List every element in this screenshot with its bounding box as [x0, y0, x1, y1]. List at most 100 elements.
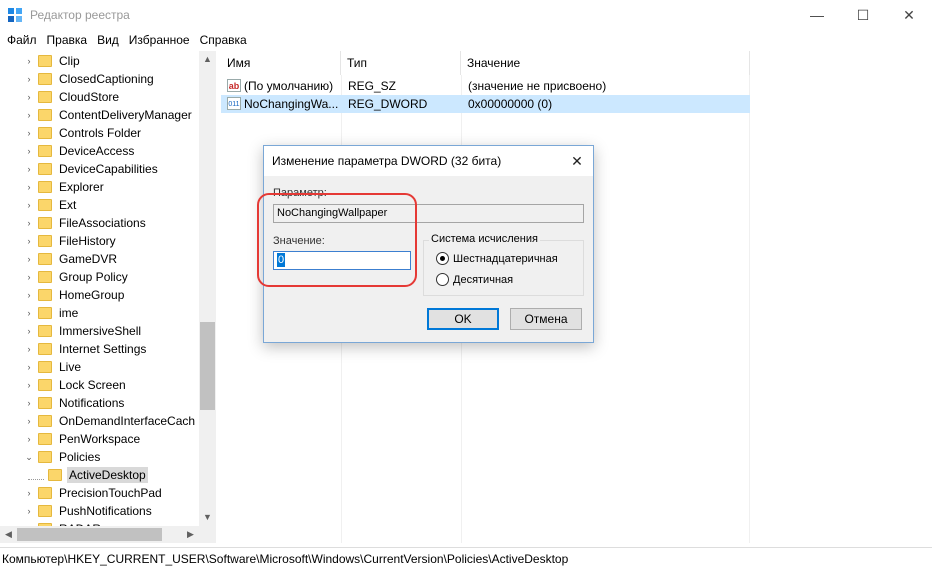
chevron-right-icon[interactable]: › — [24, 272, 34, 282]
tree-item[interactable]: › Group Policy — [0, 268, 200, 286]
maximize-button[interactable]: ☐ — [840, 0, 886, 30]
tree-item[interactable]: › CloudStore — [0, 88, 200, 106]
registry-tree[interactable]: › Clip › ClosedCaptioning › CloudStore › Conten… — [0, 51, 216, 526]
tree-item[interactable]: › Clip — [0, 52, 200, 70]
chevron-right-icon[interactable]: › — [24, 398, 34, 408]
chevron-right-icon[interactable]: › — [24, 92, 34, 102]
chevron-right-icon[interactable]: › — [24, 56, 34, 66]
folder-icon — [38, 127, 52, 139]
tree-item[interactable]: › Explorer — [0, 178, 200, 196]
column-type[interactable]: Тип — [341, 51, 461, 75]
chevron-right-icon[interactable]: › — [24, 416, 34, 426]
list-row[interactable]: ab (По умолчанию) REG_SZ (значение не пр… — [221, 77, 750, 95]
chevron-right-icon[interactable]: › — [24, 110, 34, 120]
tree-item[interactable]: › Live — [0, 358, 200, 376]
radio-hex-label: Шестнадцатеричная — [453, 252, 558, 265]
tree-item[interactable]: › Controls Folder — [0, 124, 200, 142]
folder-icon — [38, 397, 52, 409]
chevron-right-icon[interactable]: › — [24, 434, 34, 444]
tree-item[interactable]: › Notifications — [0, 394, 200, 412]
tree-vertical-scrollbar[interactable]: ▲ ▼ — [199, 51, 216, 526]
tree-item[interactable]: › HomeGroup — [0, 286, 200, 304]
column-name[interactable]: Имя — [221, 51, 341, 75]
folder-icon — [38, 181, 52, 193]
value-name: (По умолчанию) — [244, 79, 334, 93]
tree-item[interactable]: ActiveDesktop — [0, 466, 200, 484]
chevron-down-icon[interactable]: ⌄ — [24, 452, 34, 463]
scroll-thumb[interactable] — [200, 322, 215, 410]
chevron-right-icon[interactable]: › — [24, 128, 34, 138]
radio-dec-indicator[interactable] — [436, 273, 449, 286]
tree-item[interactable]: › FileHistory — [0, 232, 200, 250]
scroll-up-icon[interactable]: ▲ — [199, 51, 216, 68]
title-bar: Редактор реестра — ☐ ✕ — [0, 0, 932, 30]
chevron-right-icon[interactable]: › — [24, 146, 34, 156]
tree-item[interactable]: › ContentDeliveryManager — [0, 106, 200, 124]
tree-item[interactable]: › DeviceAccess — [0, 142, 200, 160]
tree-item[interactable]: › ImmersiveShell — [0, 322, 200, 340]
folder-icon — [38, 307, 52, 319]
list-row-selected[interactable]: 011 NoChangingWa... REG_DWORD 0x00000000… — [221, 95, 750, 113]
minimize-icon: — — [810, 7, 824, 23]
chevron-right-icon[interactable]: › — [24, 218, 34, 228]
chevron-right-icon[interactable]: › — [24, 506, 34, 516]
folder-icon — [38, 253, 52, 265]
tree-item-label: ime — [59, 306, 79, 320]
menu-view[interactable]: Вид — [92, 30, 124, 50]
menu-edit[interactable]: Правка — [42, 30, 93, 50]
folder-icon — [38, 325, 52, 337]
tree-item[interactable]: › DeviceCapabilities — [0, 160, 200, 178]
tree-item[interactable]: › PushNotifications — [0, 502, 200, 520]
tree-item[interactable]: › Internet Settings — [0, 340, 200, 358]
tree-item[interactable]: › ime — [0, 304, 200, 322]
chevron-right-icon[interactable]: › — [24, 74, 34, 84]
chevron-right-icon[interactable]: › — [24, 488, 34, 498]
close-button[interactable]: ✕ — [886, 0, 932, 30]
chevron-right-icon[interactable]: › — [24, 182, 34, 192]
chevron-right-icon[interactable]: › — [24, 290, 34, 300]
tree-item[interactable]: › OnDemandInterfaceCach — [0, 412, 200, 430]
chevron-right-icon[interactable]: › — [24, 254, 34, 264]
scroll-right-icon[interactable]: ▶ — [182, 526, 199, 543]
menu-bar: Файл Правка Вид Избранное Справка — [0, 30, 932, 50]
chevron-right-icon[interactable]: › — [24, 236, 34, 246]
hscroll-thumb[interactable] — [17, 528, 162, 541]
tree-item-label: PrecisionTouchPad — [59, 486, 162, 500]
tree-item-label: PenWorkspace — [59, 432, 141, 446]
folder-icon — [38, 199, 52, 211]
chevron-right-icon[interactable]: › — [24, 326, 34, 336]
menu-file[interactable]: Файл — [2, 30, 42, 50]
tree-item[interactable]: › Lock Screen — [0, 376, 200, 394]
radio-hex-indicator[interactable] — [436, 252, 449, 265]
folder-icon — [38, 505, 52, 517]
radio-hex[interactable]: Шестнадцатеричная — [436, 252, 558, 265]
chevron-right-icon[interactable]: › — [24, 164, 34, 174]
tree-item[interactable]: › PenWorkspace — [0, 430, 200, 448]
chevron-right-icon[interactable]: › — [24, 200, 34, 210]
tree-item-label: Live — [59, 360, 82, 374]
menu-favorites[interactable]: Избранное — [124, 30, 195, 50]
chevron-right-icon[interactable]: › — [24, 362, 34, 372]
value-name: NoChangingWa... — [244, 97, 339, 111]
scroll-left-icon[interactable]: ◀ — [0, 526, 17, 543]
cancel-button[interactable]: Отмена — [510, 308, 582, 330]
menu-help[interactable]: Справка — [195, 30, 252, 50]
folder-icon — [38, 379, 52, 391]
tree-item[interactable]: › FileAssociations — [0, 214, 200, 232]
tree-item[interactable]: › ClosedCaptioning — [0, 70, 200, 88]
tree-item[interactable]: ⌄ Policies — [0, 448, 200, 466]
tree-item[interactable]: › Ext — [0, 196, 200, 214]
tree-item[interactable]: › GameDVR — [0, 250, 200, 268]
radio-dec[interactable]: Десятичная — [436, 273, 513, 286]
tree-item[interactable]: › PrecisionTouchPad — [0, 484, 200, 502]
tree-horizontal-scrollbar[interactable]: ◀ ▶ — [0, 526, 216, 543]
column-value[interactable]: Значение — [461, 51, 750, 75]
ok-button[interactable]: OK — [427, 308, 499, 330]
chevron-right-icon[interactable]: › — [24, 380, 34, 390]
chevron-right-icon[interactable]: › — [24, 308, 34, 318]
dialog-close-icon[interactable]: ✕ — [567, 151, 587, 171]
minimize-button[interactable]: — — [794, 0, 840, 30]
scroll-down-icon[interactable]: ▼ — [199, 509, 216, 526]
chevron-right-icon[interactable]: › — [24, 344, 34, 354]
folder-icon — [38, 55, 52, 67]
